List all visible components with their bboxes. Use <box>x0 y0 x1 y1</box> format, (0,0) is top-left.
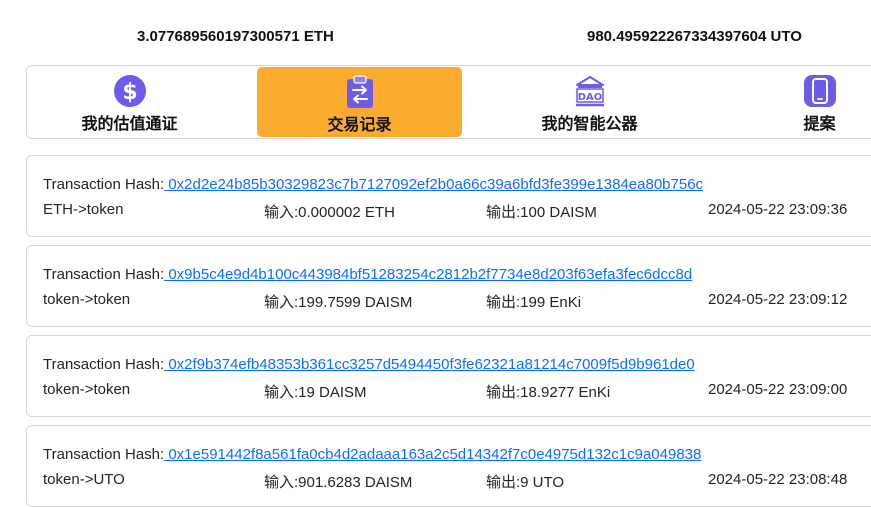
transaction-time: 2024-05-22 23:08:48 <box>708 471 848 488</box>
tab-transaction-records[interactable]: 交易记录 <box>257 67 462 137</box>
exchange-clipboard-icon <box>343 75 377 109</box>
transaction-output: 输出:100 DAISM <box>486 204 597 221</box>
svg-text:$: $ <box>122 80 137 105</box>
tab-label: 提案 <box>803 116 836 133</box>
transaction-type: token->token <box>43 381 131 398</box>
transaction-hash-line: Transaction Hash: 0x9b5c4e9d4b100c443984… <box>43 266 692 283</box>
balance-header: 3.077689560197300571 ETH 980.49592226733… <box>0 0 871 66</box>
transaction-card: Transaction Hash: 0x9b5c4e9d4b100c443984… <box>26 245 871 327</box>
transaction-card: Transaction Hash: 0x2f9b374efb48353b361c… <box>26 335 871 417</box>
transaction-hash-link[interactable]: 0x2d2e24b85b30329823c7b7127092ef2b0a66c3… <box>164 176 703 193</box>
transaction-card: Transaction Hash: 0x1e591442f8a561fa0cb4… <box>26 425 871 507</box>
tab-proposals[interactable]: 提案 <box>717 66 871 138</box>
transaction-input: 输入:199.7599 DAISM <box>264 294 413 311</box>
transaction-input: 输入:19 DAISM <box>264 384 367 401</box>
transaction-hash-link[interactable]: 0x1e591442f8a561fa0cb4d2adaaa163a2c5d143… <box>164 446 701 463</box>
transaction-input: 输入:0.000002 ETH <box>264 204 395 221</box>
transaction-hash-line: Transaction Hash: 0x1e591442f8a561fa0cb4… <box>43 446 701 463</box>
tab-my-valuation-tokens[interactable]: $ 我的估值通证 <box>27 66 232 138</box>
dollar-coin-icon: $ <box>113 74 147 108</box>
transaction-time: 2024-05-22 23:09:36 <box>708 201 848 218</box>
uto-balance: 980.495922267334397604 UTO <box>587 28 802 45</box>
transaction-type: token->token <box>43 291 131 308</box>
svg-text:DAO: DAO <box>577 92 602 103</box>
transaction-type: ETH->token <box>43 201 124 218</box>
transaction-hash-line: Transaction Hash: 0x2f9b374efb48353b361c… <box>43 356 695 373</box>
transaction-output: 输出:9 UTO <box>486 474 565 491</box>
hash-label: Transaction Hash: <box>43 266 165 283</box>
hash-label: Transaction Hash: <box>43 176 165 193</box>
transaction-hash-link[interactable]: 0x9b5c4e9d4b100c443984bf51283254c2812b2f… <box>164 266 692 283</box>
transaction-time: 2024-05-22 23:09:12 <box>708 291 848 308</box>
hash-label: Transaction Hash: <box>43 446 165 463</box>
transaction-input: 输入:901.6283 DAISM <box>264 474 413 491</box>
transaction-type: token->UTO <box>43 471 125 488</box>
transaction-hash-line: Transaction Hash: 0x2d2e24b85b30329823c7… <box>43 176 703 193</box>
dao-building-icon: DAO <box>573 74 607 108</box>
transaction-hash-link[interactable]: 0x2f9b374efb48353b361cc3257d5494450f3fe6… <box>164 356 694 373</box>
transaction-output: 输出:199 EnKi <box>486 294 582 311</box>
transaction-card: Transaction Hash: 0x2d2e24b85b30329823c7… <box>26 155 871 237</box>
tab-label: 我的智能公器 <box>541 116 638 133</box>
eth-balance: 3.077689560197300571 ETH <box>137 28 334 45</box>
tab-label: 交易记录 <box>327 117 392 134</box>
transaction-time: 2024-05-22 23:09:00 <box>708 381 848 398</box>
tab-label: 我的估值通证 <box>81 116 178 133</box>
tab-my-smart-commons[interactable]: DAO 我的智能公器 <box>487 66 692 138</box>
hash-label: Transaction Hash: <box>43 356 165 373</box>
transaction-output: 输出:18.9277 EnKi <box>486 384 611 401</box>
mobile-phone-icon <box>803 74 837 108</box>
nav-tabs: $ 我的估值通证 交易记录 DAO 我的智能公器 提案 <box>26 65 871 139</box>
